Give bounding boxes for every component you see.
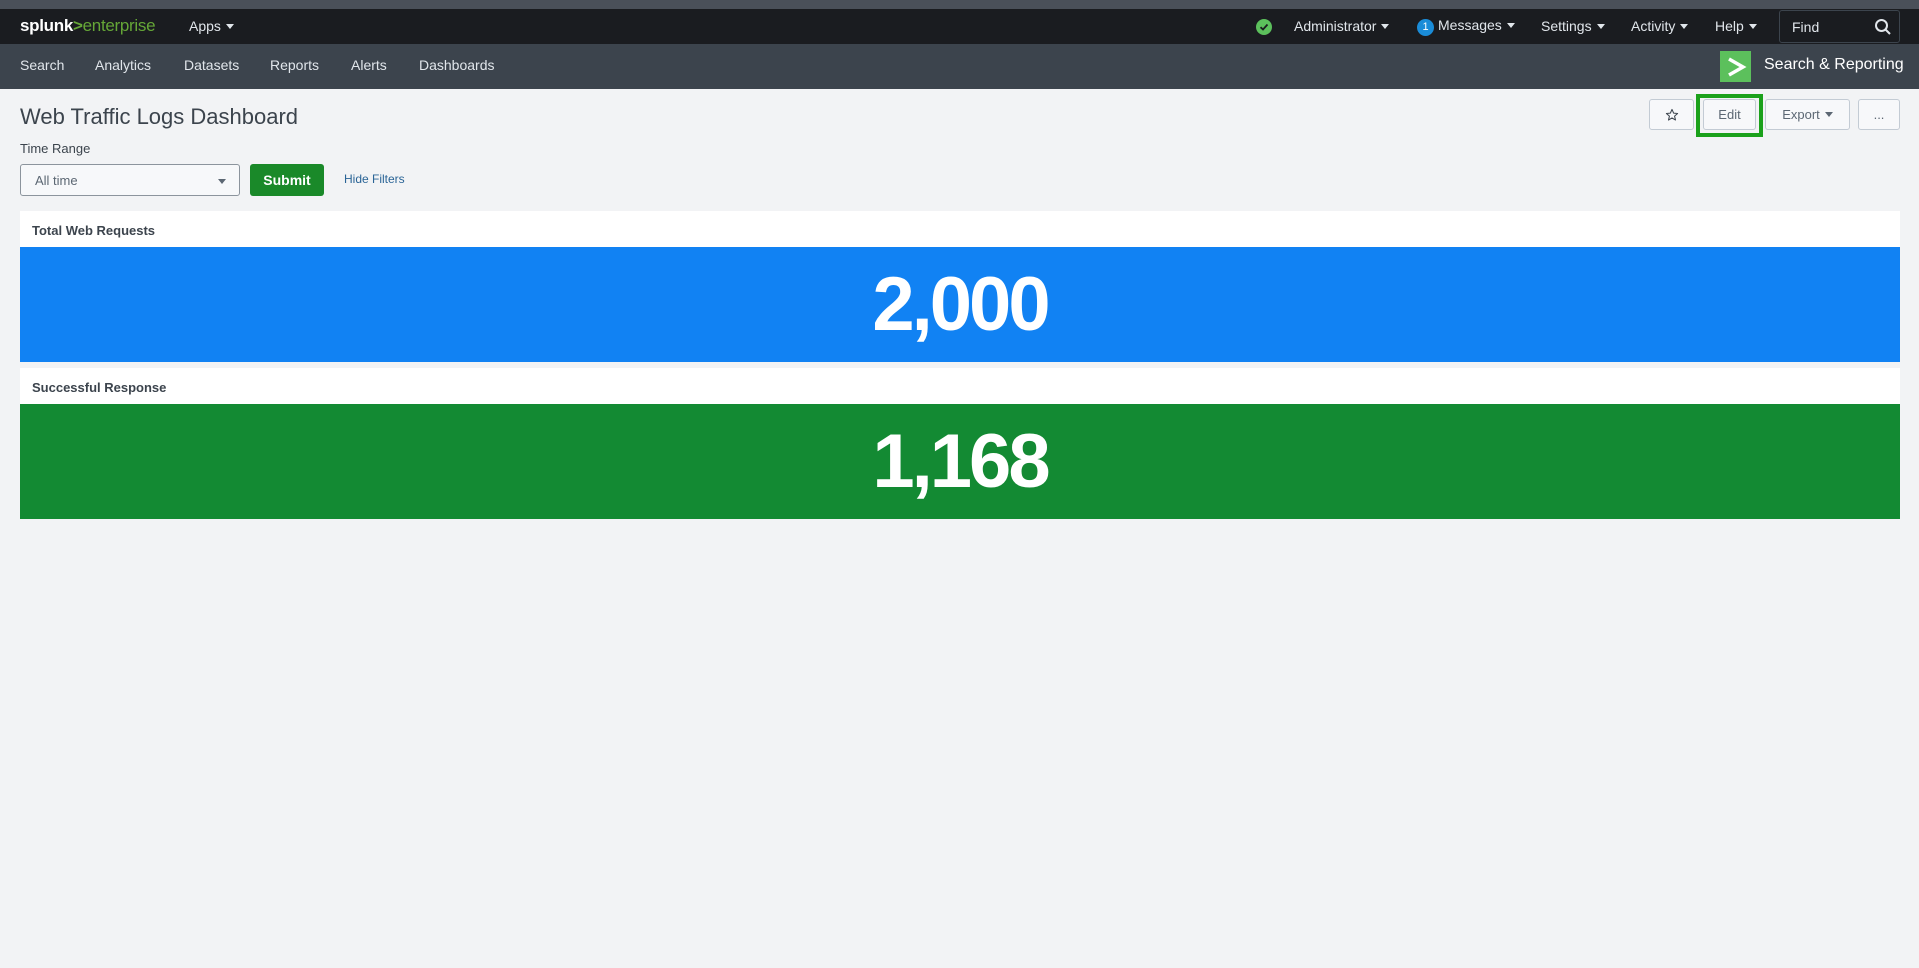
nav-dashboards[interactable]: Dashboards xyxy=(419,57,495,73)
chevron-down-icon xyxy=(1748,24,1757,29)
star-icon xyxy=(1665,108,1678,121)
messages-menu-label: Messages xyxy=(1438,17,1502,33)
submit-button[interactable]: Submit xyxy=(250,164,324,196)
find-input[interactable]: Find xyxy=(1779,10,1900,43)
chevron-down-icon xyxy=(218,179,226,184)
chevron-down-icon xyxy=(1381,24,1390,29)
activity-menu[interactable]: Activity xyxy=(1631,18,1689,34)
messages-count-badge: 1 xyxy=(1417,19,1434,36)
settings-menu-label: Settings xyxy=(1541,18,1592,34)
settings-menu[interactable]: Settings xyxy=(1541,18,1605,34)
administrator-menu[interactable]: Administrator xyxy=(1294,18,1390,34)
app-bar: Search Analytics Datasets Reports Alerts… xyxy=(0,44,1919,89)
health-status-icon[interactable] xyxy=(1256,19,1272,35)
chevron-down-icon xyxy=(1506,23,1515,28)
nav-search[interactable]: Search xyxy=(20,57,64,73)
search-icon[interactable] xyxy=(1874,18,1892,36)
activity-menu-label: Activity xyxy=(1631,18,1676,34)
panel-title: Successful Response xyxy=(32,380,167,395)
more-actions-button[interactable]: ... xyxy=(1858,99,1900,130)
help-menu[interactable]: Help xyxy=(1715,18,1757,34)
search-reporting-app-icon[interactable] xyxy=(1720,51,1751,82)
chevron-down-icon xyxy=(1680,24,1689,29)
nav-datasets[interactable]: Datasets xyxy=(184,57,239,73)
administrator-menu-label: Administrator xyxy=(1294,18,1377,34)
apps-menu-label: Apps xyxy=(189,18,221,34)
nav-alerts[interactable]: Alerts xyxy=(351,57,387,73)
page-title: Web Traffic Logs Dashboard xyxy=(20,104,299,129)
nav-reports[interactable]: Reports xyxy=(270,57,319,73)
panel-header-successful-response: Successful Response xyxy=(20,368,1900,404)
splunk-top-bar: splunk>enterprise Apps Administrator 1 Me… xyxy=(0,9,1919,44)
panel-title: Total Web Requests xyxy=(32,223,156,238)
single-value-number: 1,168 xyxy=(872,419,1050,504)
time-range-label: Time Range xyxy=(20,141,91,156)
messages-menu[interactable]: 1 Messages xyxy=(1417,17,1515,36)
logo-text-chevron: > xyxy=(73,16,83,35)
single-value-total-requests[interactable]: 2,000 xyxy=(20,247,1900,362)
time-range-value: All time xyxy=(35,173,78,188)
logo-text-enterprise: enterprise xyxy=(82,16,156,35)
splunk-logo[interactable]: splunk>enterprise xyxy=(20,16,156,36)
window-top-strip xyxy=(0,0,1919,9)
favorite-button[interactable] xyxy=(1649,99,1694,130)
export-button[interactable]: Export xyxy=(1765,99,1850,130)
app-title[interactable]: Search & Reporting xyxy=(1764,56,1904,74)
single-value-successful-response[interactable]: 1,168 xyxy=(20,404,1900,519)
logo-text-splunk: splunk xyxy=(20,16,73,35)
help-menu-label: Help xyxy=(1715,18,1744,34)
edit-button-highlight xyxy=(1696,94,1763,137)
hide-filters-link[interactable]: Hide Filters xyxy=(344,172,405,186)
export-button-label: Export xyxy=(1782,107,1820,122)
find-input-placeholder: Find xyxy=(1792,19,1820,35)
nav-analytics[interactable]: Analytics xyxy=(95,57,151,73)
single-value-number: 2,000 xyxy=(872,262,1050,347)
apps-menu[interactable]: Apps xyxy=(189,18,234,34)
chevron-down-icon xyxy=(1596,24,1605,29)
chevron-down-icon xyxy=(1824,112,1833,117)
panel-header-total-requests: Total Web Requests xyxy=(20,211,1900,247)
chevron-down-icon xyxy=(225,24,234,29)
time-range-select[interactable]: All time xyxy=(20,164,240,196)
